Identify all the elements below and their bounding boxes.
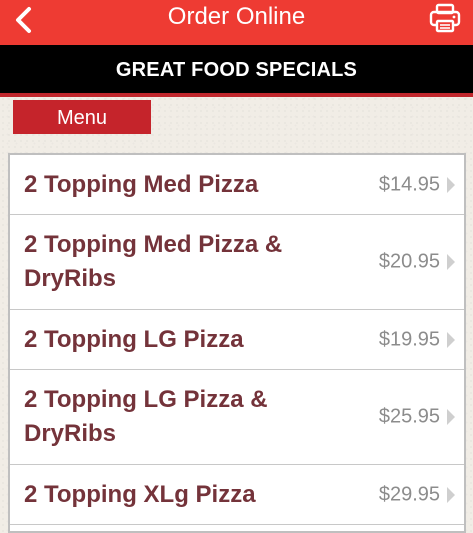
item-name: 2 Topping LG Pizza: [24, 325, 244, 353]
item-price: $14.95: [378, 173, 440, 195]
chevron-right-icon: [447, 331, 455, 348]
chevron-right-icon: [447, 254, 455, 270]
item-name: 2 Topping LG Pizza & DryRibs: [24, 386, 268, 447]
page-title: Order Online: [167, 3, 306, 30]
top-bar: Order Online: [0, 0, 473, 45]
item-price: $19.95: [378, 328, 440, 350]
item-name: 2 Topping Med Pizza: [24, 170, 259, 198]
menu-tab[interactable]: Menu: [13, 100, 151, 134]
item-price: $29.95: [378, 483, 440, 505]
list-item[interactable]: 2 Topping LG Pizza $19.95: [10, 310, 464, 370]
printer-icon: [427, 3, 463, 38]
item-name: 2 Topping Med Pizza & DryRibs: [24, 231, 283, 292]
item-price: $25.95: [378, 405, 440, 428]
print-button[interactable]: [427, 2, 463, 34]
item-name: 2 Topping XLg Pizza: [24, 480, 256, 508]
list-item[interactable]: 2 Topping XLg Pizza $29.95: [10, 465, 464, 525]
list-item[interactable]: 2 Topping Med Pizza $14.95: [10, 155, 464, 215]
chevron-right-icon: [447, 409, 455, 425]
list-item[interactable]: 2 Topping Med Pizza & DryRibs $20.95: [10, 215, 464, 310]
specials-banner: GREAT FOOD SPECIALS: [0, 45, 473, 97]
chevron-right-icon: [447, 176, 455, 193]
item-price: $20.95: [378, 250, 440, 273]
list-item[interactable]: 2 Topping LG Pizza & DryRibs $25.95: [10, 370, 464, 465]
chevron-right-icon: [447, 486, 455, 503]
menu-item-list: 2 Topping Med Pizza $14.95 2 Topping Med…: [8, 153, 466, 533]
